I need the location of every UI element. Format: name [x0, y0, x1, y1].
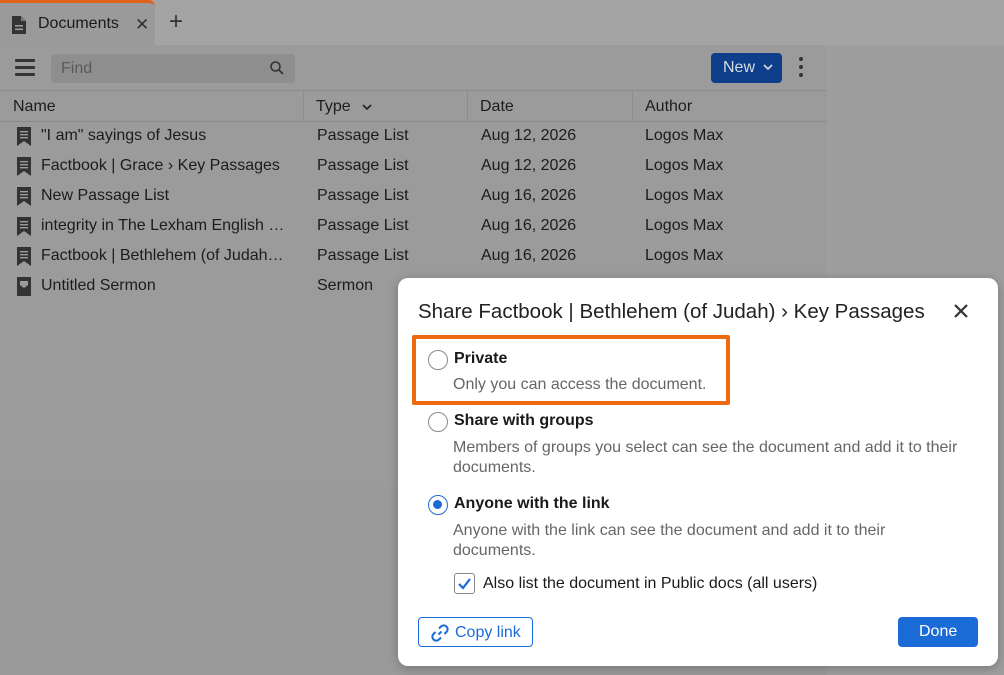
- bookmark-list-icon: [17, 187, 31, 206]
- new-button[interactable]: New: [711, 53, 782, 83]
- column-header-author[interactable]: Author: [645, 98, 692, 116]
- tab-documents[interactable]: Documents ✕: [0, 0, 155, 45]
- table-header: Name Type Date Author: [0, 90, 827, 122]
- table-row[interactable]: New Passage List Passage List Aug 16, 20…: [0, 182, 827, 212]
- private-radio[interactable]: [428, 350, 448, 370]
- tab-title: Documents: [38, 15, 119, 32]
- share-dialog: Share Factbook | Bethlehem (of Judah) › …: [398, 278, 998, 666]
- chevron-down-icon: [763, 64, 773, 71]
- cell-type: Passage List: [317, 187, 409, 204]
- search-icon: [270, 61, 284, 75]
- cell-date: Aug 16, 2026: [481, 187, 577, 204]
- cell-type: Passage List: [317, 217, 409, 234]
- toolbar: Find New: [0, 45, 827, 90]
- find-placeholder: Find: [61, 60, 93, 77]
- close-tab-icon[interactable]: ✕: [135, 16, 149, 34]
- anyone-with-link-label[interactable]: Anyone with the link: [454, 495, 610, 513]
- link-icon: [431, 624, 449, 642]
- anyone-with-link-description: Anyone with the link can see the documen…: [453, 522, 886, 559]
- add-tab-icon[interactable]: +: [169, 9, 183, 35]
- sort-chevron-icon: [362, 104, 372, 111]
- private-description: Only you can access the document.: [453, 376, 707, 393]
- sermon-icon: [17, 277, 31, 296]
- cell-name: Factbook | Bethlehem (of Judah…: [41, 247, 284, 264]
- cell-author: Logos Max: [645, 187, 724, 204]
- cell-author: Logos Max: [645, 247, 724, 264]
- share-with-groups-description: Members of groups you select can see the…: [453, 439, 958, 476]
- bookmark-list-icon: [17, 247, 31, 266]
- anyone-with-link-radio[interactable]: [428, 495, 448, 515]
- cell-date: Aug 12, 2026: [481, 127, 577, 144]
- tab-strip: Documents ✕ +: [0, 0, 1004, 45]
- cell-type: Passage List: [317, 127, 409, 144]
- private-label[interactable]: Private: [454, 350, 507, 368]
- checkmark-icon: [458, 578, 471, 590]
- find-input[interactable]: Find: [51, 54, 295, 83]
- column-header-date[interactable]: Date: [480, 98, 514, 116]
- done-label: Done: [919, 623, 958, 640]
- bookmark-list-icon: [17, 157, 31, 176]
- column-divider[interactable]: [467, 91, 468, 122]
- public-docs-checkbox[interactable]: [454, 573, 475, 594]
- cell-type: Passage List: [317, 247, 409, 264]
- cell-name: Untitled Sermon: [41, 277, 156, 294]
- table-row[interactable]: integrity in The Lexham English … Passag…: [0, 212, 827, 242]
- document-icon: [12, 16, 26, 34]
- table-row[interactable]: Factbook | Bethlehem (of Judah… Passage …: [0, 242, 827, 272]
- cell-type: Passage List: [317, 157, 409, 174]
- cell-date: Aug 16, 2026: [481, 217, 577, 234]
- cell-name: integrity in The Lexham English …: [41, 217, 285, 234]
- public-docs-label[interactable]: Also list the document in Public docs (a…: [483, 575, 817, 593]
- column-header-name[interactable]: Name: [13, 98, 56, 116]
- copy-link-button[interactable]: Copy link: [418, 617, 533, 647]
- cell-date: Aug 12, 2026: [481, 157, 577, 174]
- cell-name: "I am" sayings of Jesus: [41, 127, 207, 144]
- table-row[interactable]: Factbook | Grace › Key Passages Passage …: [0, 152, 827, 182]
- cell-name: Factbook | Grace › Key Passages: [41, 157, 280, 174]
- share-with-groups-radio[interactable]: [428, 412, 448, 432]
- done-button[interactable]: Done: [898, 617, 978, 647]
- column-divider[interactable]: [303, 91, 304, 122]
- table-row[interactable]: "I am" sayings of Jesus Passage List Aug…: [0, 122, 827, 152]
- cell-author: Logos Max: [645, 217, 724, 234]
- new-button-label: New: [723, 59, 756, 76]
- column-header-type[interactable]: Type: [316, 98, 351, 116]
- cell-date: Aug 16, 2026: [481, 247, 577, 264]
- menu-icon[interactable]: [15, 59, 35, 76]
- copy-link-label: Copy link: [455, 624, 521, 641]
- cell-author: Logos Max: [645, 127, 724, 144]
- share-with-groups-label[interactable]: Share with groups: [454, 412, 594, 430]
- cell-author: Logos Max: [645, 157, 724, 174]
- column-divider[interactable]: [632, 91, 633, 122]
- dialog-title: Share Factbook | Bethlehem (of Judah) › …: [418, 300, 925, 323]
- cell-name: New Passage List: [41, 187, 170, 204]
- bookmark-list-icon: [17, 127, 31, 146]
- more-options-icon[interactable]: [797, 57, 805, 79]
- bookmark-list-icon: [17, 217, 31, 236]
- close-icon[interactable]: [953, 303, 969, 319]
